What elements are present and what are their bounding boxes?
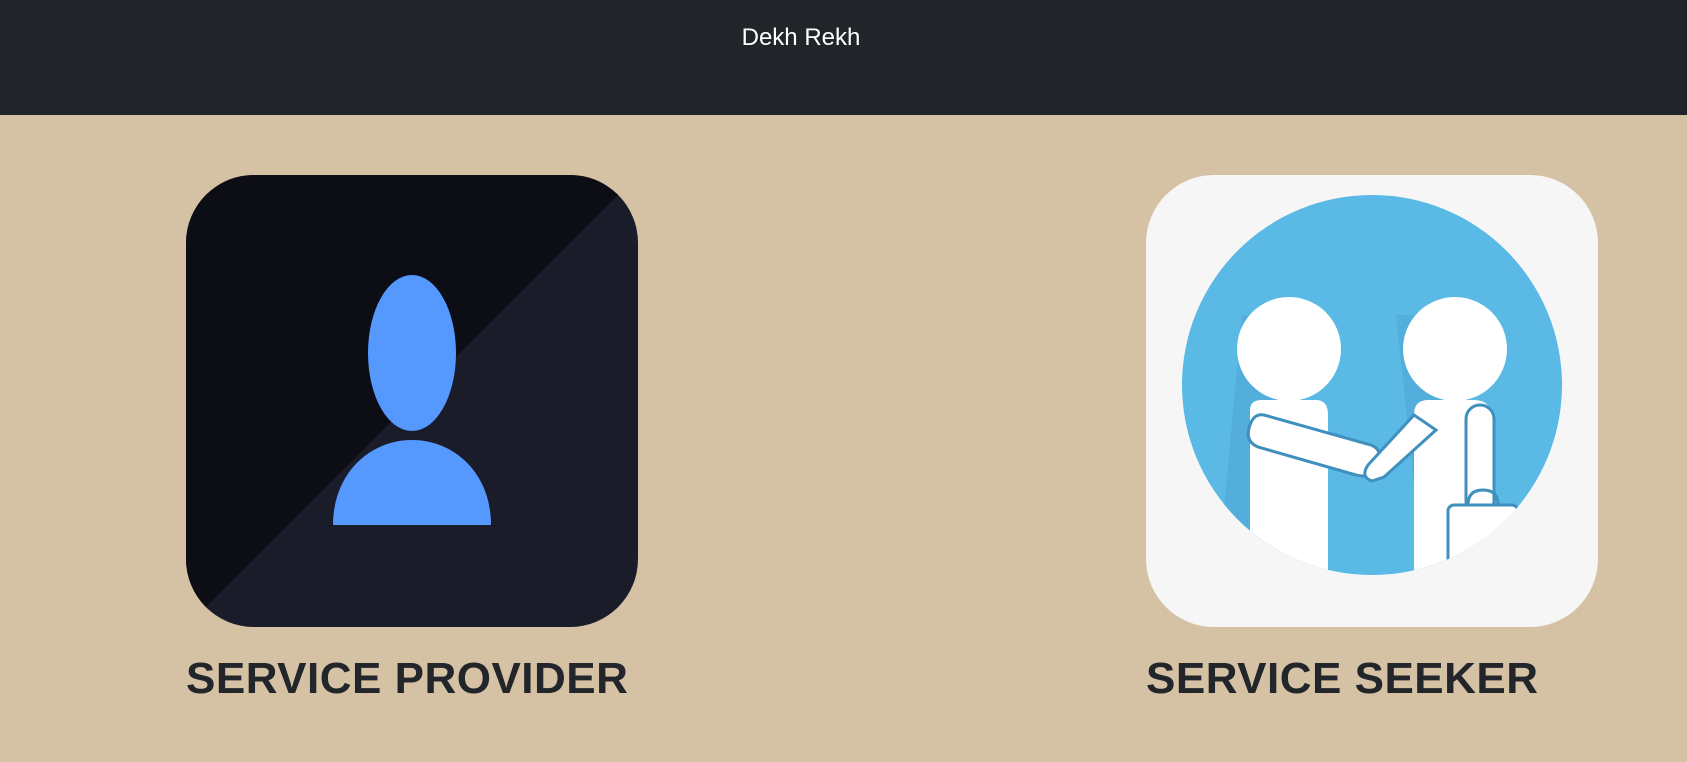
service-provider-tile[interactable] xyxy=(186,175,638,627)
user-silhouette-icon xyxy=(186,175,638,627)
brand-title[interactable]: Dekh Rekh xyxy=(0,22,1602,54)
service-provider-card[interactable]: SERVICE PROVIDER xyxy=(186,175,638,705)
service-seeker-card[interactable]: SERVICE SEEKER xyxy=(1146,175,1598,705)
service-seeker-label[interactable]: SERVICE SEEKER xyxy=(1146,653,1598,705)
service-provider-label[interactable]: SERVICE PROVIDER xyxy=(186,653,638,705)
role-selection-area: SERVICE PROVIDER SERVICE SEEKER xyxy=(0,115,1687,762)
top-navbar: Dekh Rekh xyxy=(0,0,1687,115)
handshake-icon xyxy=(1146,175,1598,627)
service-seeker-tile[interactable] xyxy=(1146,175,1598,627)
